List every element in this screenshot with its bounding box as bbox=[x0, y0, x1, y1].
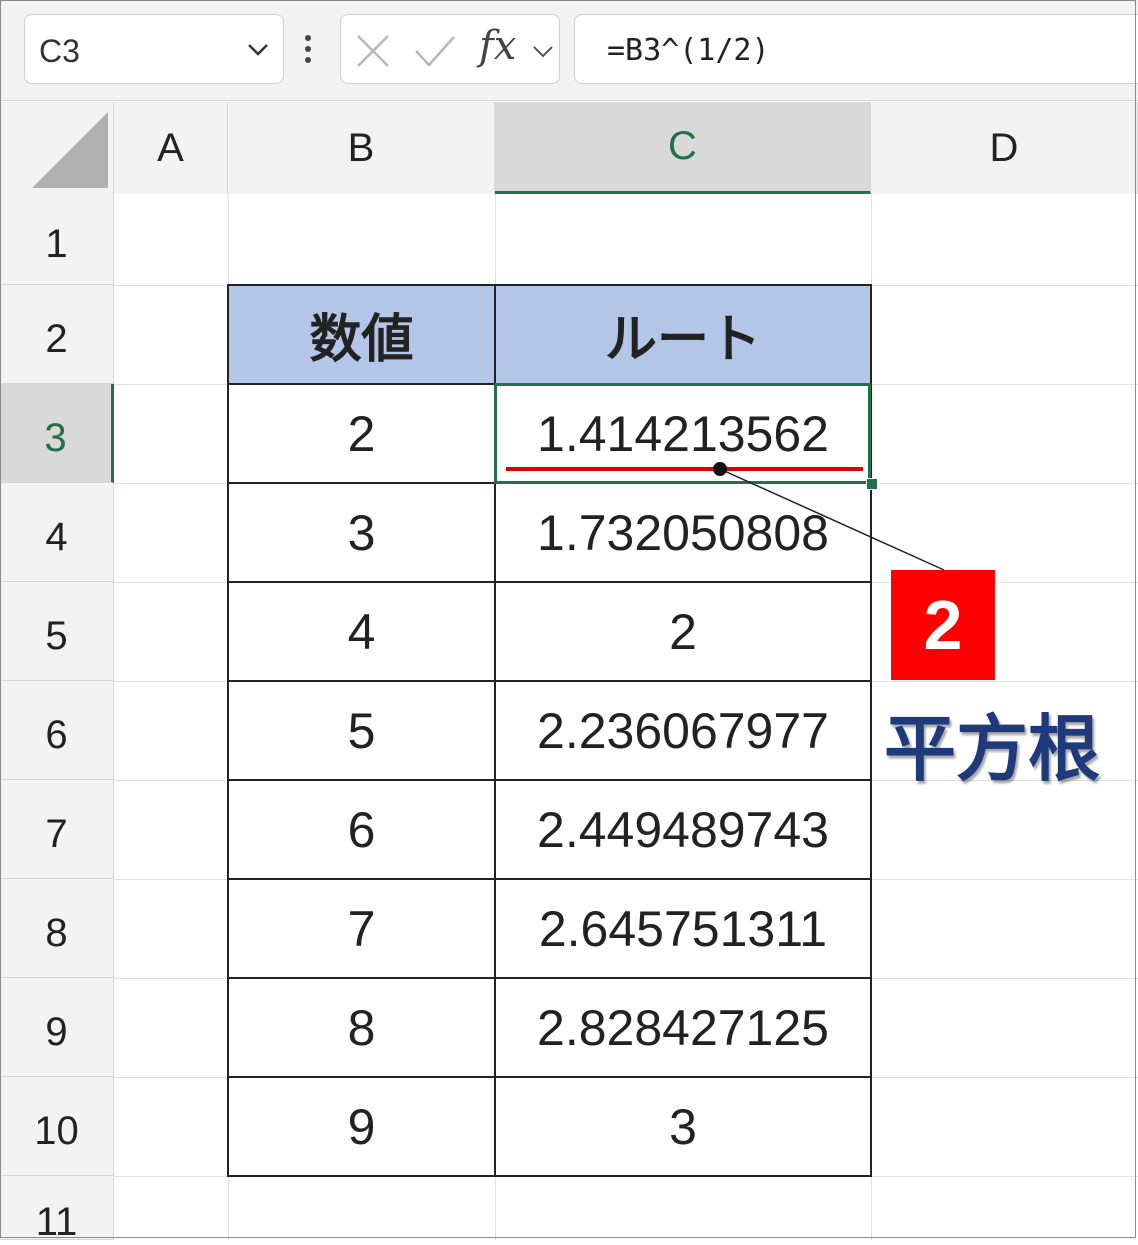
row-header-2[interactable]: 2 bbox=[0, 285, 114, 384]
x-icon[interactable] bbox=[355, 33, 391, 69]
table-cell-value[interactable]: 9 bbox=[227, 1076, 496, 1177]
formula-bar: C3 fx =B3^(1/2) bbox=[0, 0, 1138, 101]
row-header-9[interactable]: 9 bbox=[0, 978, 114, 1077]
table-cell-value[interactable]: 8 bbox=[227, 977, 496, 1078]
row-header-11[interactable]: 11 bbox=[0, 1176, 114, 1244]
row-header-1[interactable]: 1 bbox=[0, 194, 114, 285]
table-cell-root[interactable]: 1.732050808 bbox=[494, 482, 872, 583]
table-cell-value[interactable]: 2 bbox=[227, 383, 496, 484]
check-icon[interactable] bbox=[413, 33, 457, 69]
name-box-value: C3 bbox=[39, 33, 80, 69]
table-cell-root[interactable]: 2.449489743 bbox=[494, 779, 872, 880]
formula-text: =B3^(1/2) bbox=[607, 33, 770, 68]
column-header-b[interactable]: B bbox=[228, 102, 495, 194]
column-header-c[interactable]: C bbox=[495, 102, 871, 194]
table-cell-value[interactable]: 7 bbox=[227, 878, 496, 979]
fill-handle[interactable] bbox=[866, 478, 878, 490]
table-header-root[interactable]: ルート bbox=[494, 284, 872, 385]
table-header-value[interactable]: 数値 bbox=[227, 284, 496, 385]
row-header-4[interactable]: 4 bbox=[0, 483, 114, 582]
red-underline bbox=[506, 467, 863, 471]
insert-function-button[interactable]: fx bbox=[479, 23, 516, 69]
table-cell-root[interactable]: 2.236067977 bbox=[494, 680, 872, 781]
select-all-button[interactable] bbox=[0, 102, 114, 194]
table-cell-root[interactable]: 2 bbox=[494, 581, 872, 682]
table-cell-root[interactable]: 2.828427125 bbox=[494, 977, 872, 1078]
table-cell-value[interactable]: 3 bbox=[227, 482, 496, 583]
chevron-down-icon[interactable] bbox=[245, 37, 271, 63]
step-badge: 2 bbox=[891, 570, 995, 680]
row-header-6[interactable]: 6 bbox=[0, 681, 114, 780]
row-header-5[interactable]: 5 bbox=[0, 582, 114, 681]
row-header-7[interactable]: 7 bbox=[0, 780, 114, 879]
formula-controls: fx bbox=[340, 14, 560, 84]
vertical-dots-icon[interactable] bbox=[304, 34, 312, 64]
table-cell-root[interactable]: 3 bbox=[494, 1076, 872, 1177]
chevron-down-icon[interactable] bbox=[531, 39, 555, 63]
row-header-3[interactable]: 3 bbox=[0, 384, 114, 483]
table-cell-value[interactable]: 4 bbox=[227, 581, 496, 682]
table-cell-root[interactable]: 2.645751311 bbox=[494, 878, 872, 979]
row-header-10[interactable]: 10 bbox=[0, 1077, 114, 1176]
name-box[interactable]: C3 bbox=[24, 14, 284, 84]
table-cell-value[interactable]: 5 bbox=[227, 680, 496, 781]
column-header-a[interactable]: A bbox=[114, 102, 228, 194]
formula-input[interactable]: =B3^(1/2) bbox=[574, 14, 1138, 84]
row-header-8[interactable]: 8 bbox=[0, 879, 114, 978]
table-cell-value[interactable]: 6 bbox=[227, 779, 496, 880]
column-header-d[interactable]: D bbox=[871, 102, 1138, 194]
select-all-triangle-icon bbox=[32, 112, 108, 188]
annotation-label: 平方根 bbox=[884, 707, 1101, 791]
